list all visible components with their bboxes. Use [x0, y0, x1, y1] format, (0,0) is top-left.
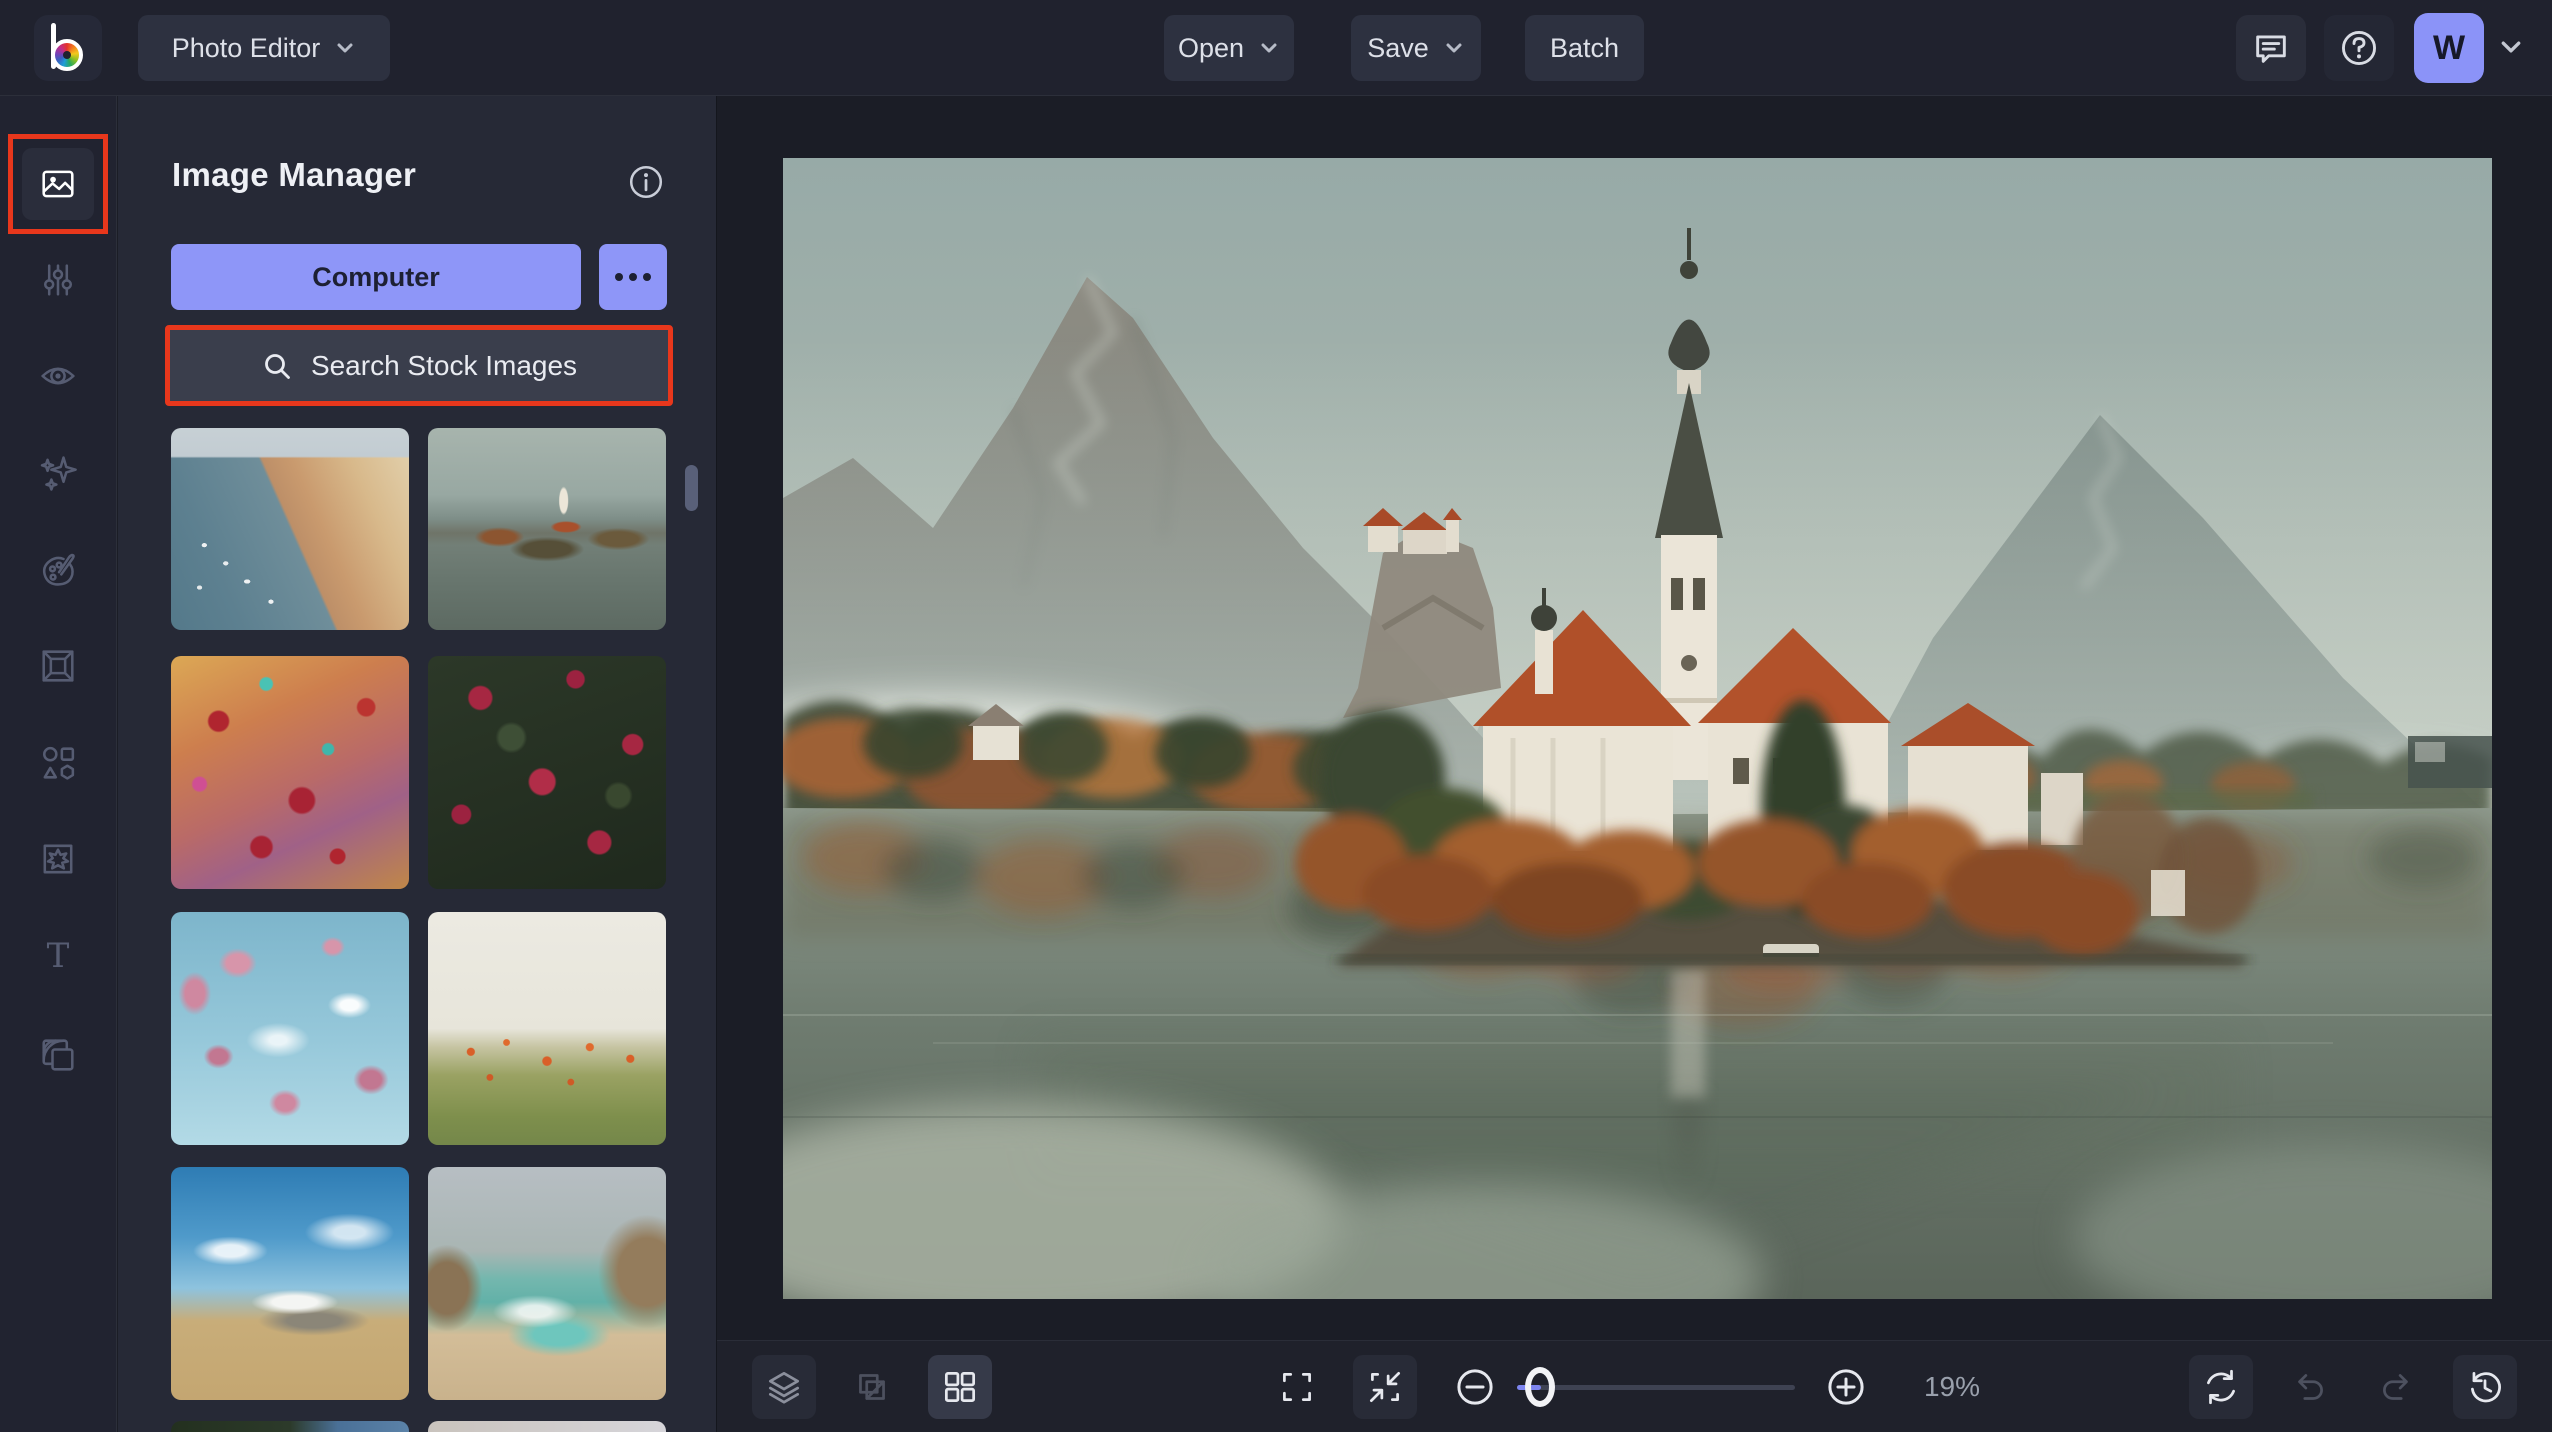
- open-button[interactable]: Open: [1164, 15, 1294, 81]
- graphics-shapes-icon: [36, 741, 80, 785]
- fullscreen-icon: [1276, 1366, 1318, 1408]
- zoom-slider-handle[interactable]: [1525, 1367, 1555, 1407]
- befunky-b-icon: [51, 23, 85, 73]
- panel-title: Image Manager: [172, 156, 416, 194]
- artsy-palette-icon: [36, 548, 80, 592]
- zoom-level-value: 19%: [1897, 1341, 2007, 1432]
- help-button[interactable]: [2324, 15, 2394, 81]
- zoom-out-icon: [1452, 1364, 1498, 1410]
- editor-canvas: [718, 96, 2552, 1340]
- stock-thumbnail[interactable]: [428, 656, 666, 889]
- zoom-slider-track: [1517, 1385, 1795, 1390]
- search-stock-images-button[interactable]: Search Stock Images: [170, 330, 668, 401]
- stock-thumbnail[interactable]: [428, 1421, 666, 1432]
- user-avatar[interactable]: W: [2414, 13, 2484, 83]
- fit-to-screen-button[interactable]: [1353, 1355, 1417, 1419]
- zoom-out-button[interactable]: [1443, 1355, 1507, 1419]
- sidebar-item-textures[interactable]: [22, 823, 94, 895]
- undo-button[interactable]: [2277, 1355, 2341, 1419]
- compare-button[interactable]: [840, 1355, 904, 1419]
- layers-icon: [763, 1366, 805, 1408]
- edit-sliders-icon: [36, 258, 80, 302]
- sidebar-item-artsy[interactable]: [22, 534, 94, 606]
- zoom-in-button[interactable]: [1814, 1355, 1878, 1419]
- bottom-toolbar: 19%: [717, 1340, 2552, 1432]
- frames-icon: [36, 644, 80, 688]
- top-bar: Photo Editor Open Save Batch: [0, 0, 2552, 96]
- fullscreen-button[interactable]: [1265, 1355, 1329, 1419]
- sidebar-item-frames[interactable]: [22, 630, 94, 702]
- redo-icon: [2376, 1366, 2418, 1408]
- stock-thumbnail[interactable]: [428, 428, 666, 630]
- feedback-chat-button[interactable]: [2236, 15, 2306, 81]
- save-button[interactable]: Save: [1351, 15, 1481, 81]
- reset-button[interactable]: [2189, 1355, 2253, 1419]
- sidebar-item-image-manager[interactable]: [22, 148, 94, 220]
- info-icon[interactable]: [627, 163, 665, 201]
- search-icon: [261, 350, 293, 382]
- svg-text:T: T: [47, 936, 70, 976]
- app-mode-menu[interactable]: Photo Editor: [138, 15, 390, 81]
- undo-icon: [2288, 1366, 2330, 1408]
- textures-icon: [36, 837, 80, 881]
- sidebar-item-touch-up[interactable]: [22, 340, 94, 412]
- stock-thumbnail[interactable]: [171, 428, 409, 630]
- zoom-slider[interactable]: [1517, 1355, 1795, 1419]
- panel-scrollbar[interactable]: [685, 465, 698, 511]
- grid-icon: [939, 1366, 981, 1408]
- zoom-in-icon: [1823, 1364, 1869, 1410]
- stock-thumbnail[interactable]: [171, 1167, 409, 1400]
- reset-sync-icon: [2200, 1366, 2242, 1408]
- overlays-icon: [36, 1033, 80, 1077]
- redo-button[interactable]: [2365, 1355, 2429, 1419]
- text-tool-icon: T: [36, 934, 80, 978]
- history-button[interactable]: [2453, 1355, 2517, 1419]
- stock-thumbnail[interactable]: [428, 1167, 666, 1400]
- help-circle-icon: [2339, 28, 2379, 68]
- app-mode-label: Photo Editor: [172, 33, 321, 64]
- more-sources-button[interactable]: [599, 244, 667, 310]
- chevron-down-icon: [1258, 41, 1280, 55]
- computer-source-button[interactable]: Computer: [171, 244, 581, 310]
- sidebar-item-overlays[interactable]: [22, 1019, 94, 1091]
- stock-thumbnail[interactable]: [171, 1421, 409, 1432]
- befunky-photo-editor: Photo Editor Open Save Batch: [0, 0, 2552, 1432]
- stock-thumbnail[interactable]: [171, 656, 409, 889]
- sidebar-item-edit[interactable]: [22, 244, 94, 316]
- effects-sparkles-icon: [36, 451, 80, 495]
- comment-icon: [2251, 28, 2291, 68]
- touchup-eye-icon: [36, 354, 80, 398]
- stock-thumbnail[interactable]: [171, 912, 409, 1145]
- grid-view-button[interactable]: [928, 1355, 992, 1419]
- image-manager-panel: Image Manager Computer Search Stock Imag…: [118, 96, 717, 1432]
- before-after-icon: [851, 1366, 893, 1408]
- batch-button[interactable]: Batch: [1525, 15, 1644, 81]
- sidebar-item-effects[interactable]: [22, 437, 94, 509]
- user-menu-chevron-icon[interactable]: [2498, 38, 2524, 56]
- sidebar-item-graphics[interactable]: [22, 727, 94, 799]
- tool-sidebar: T: [0, 96, 117, 1432]
- ellipsis-icon: [615, 273, 623, 281]
- befunky-logo[interactable]: [34, 15, 102, 81]
- stock-thumbnail[interactable]: [428, 912, 666, 1145]
- sidebar-item-text[interactable]: T: [22, 920, 94, 992]
- tutorial-highlight-search: Search Stock Images: [165, 325, 673, 406]
- layers-button[interactable]: [752, 1355, 816, 1419]
- chevron-down-icon: [1443, 41, 1465, 55]
- canvas-image[interactable]: [783, 158, 2492, 1299]
- history-clock-icon: [2464, 1366, 2506, 1408]
- chevron-down-icon: [334, 41, 356, 55]
- image-manager-icon: [36, 162, 80, 206]
- fit-screen-icon: [1364, 1366, 1406, 1408]
